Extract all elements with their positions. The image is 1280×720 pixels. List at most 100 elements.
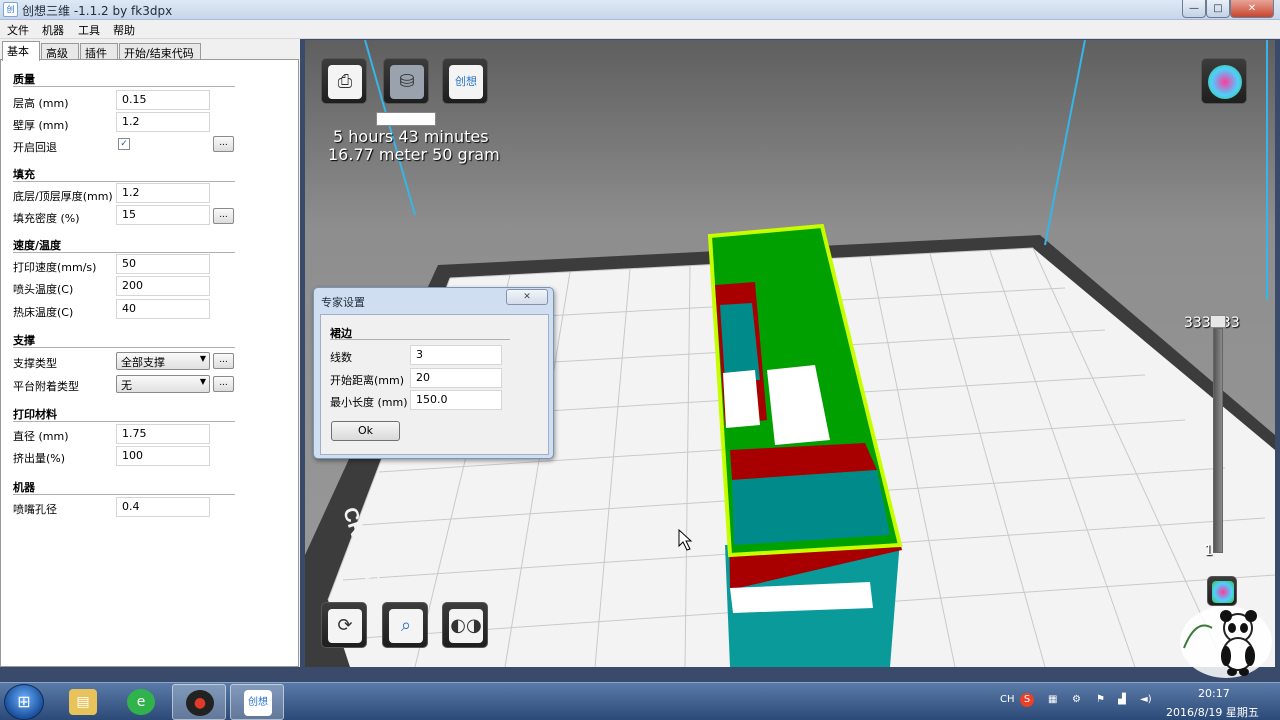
dialog-title: 专家设置 (321, 296, 365, 309)
mirror-button[interactable]: ◐◑ (442, 602, 488, 648)
folder-icon: ▤ (69, 689, 97, 715)
start-distance-input[interactable]: 20 (410, 368, 502, 388)
model-cavity-floor (732, 470, 890, 545)
dropdown-arrow-icon: ▼ (199, 354, 206, 363)
rotate-icon: ⟳ (328, 609, 362, 643)
layer-slider-handle[interactable] (1210, 315, 1226, 328)
divider (13, 494, 235, 495)
tab-start-end-gcode[interactable]: 开始/结束代码 (119, 43, 201, 60)
print-speed-label: 打印速度(mm/s) (13, 261, 97, 274)
input-language[interactable]: CH (1000, 694, 1015, 705)
expert-settings-dialog: 专家设置 ✕ 裙边 线数 3 开始距离(mm) 20 最小长度 (mm) 150… (313, 287, 554, 459)
divider (13, 347, 235, 348)
nozzle-size-input[interactable]: 0.4 (116, 497, 210, 517)
frame-line (1044, 40, 1086, 246)
layer-height-input[interactable]: 0.15 (116, 90, 210, 110)
adhesion-type-select[interactable]: 无 ▼ (116, 375, 210, 393)
flow-label: 挤出量(%) (13, 452, 66, 465)
tray-ime-menu-icon[interactable]: ▦ (1048, 694, 1057, 705)
fill-more-button[interactable]: ... (213, 208, 234, 224)
fill-density-input[interactable]: 15 (116, 205, 210, 225)
save-gcode-button[interactable]: ⛁ (383, 58, 429, 104)
menu-file[interactable]: 文件 (7, 22, 29, 38)
tray-flag-icon[interactable]: ⚑ (1096, 694, 1105, 705)
fill-density-label: 填充密度 (%) (13, 212, 80, 225)
creality-app-icon: 创想 (244, 690, 272, 716)
print-speed-input[interactable]: 50 (116, 254, 210, 274)
bottom-top-thickness-input[interactable]: 1.2 (116, 183, 210, 203)
divider (13, 86, 235, 87)
layer-max-left: 333 (1184, 315, 1211, 331)
menu-tools[interactable]: 工具 (78, 22, 100, 38)
section-fill: 填充 (13, 168, 35, 181)
retraction-more-button[interactable]: ... (213, 136, 234, 152)
divider (13, 252, 235, 253)
menu-help[interactable]: 帮助 (113, 22, 135, 38)
close-button[interactable]: ✕ (1230, 0, 1274, 18)
support-type-select[interactable]: 全部支撑 ▼ (116, 352, 210, 370)
browser-icon: e (127, 689, 155, 715)
layer-height-label: 层高 (mm) (13, 97, 69, 110)
bed-temp-label: 热床温度(C) (13, 306, 74, 319)
retraction-checkbox[interactable]: ✓ (118, 138, 130, 150)
creality-brand-button[interactable]: 创想 (442, 58, 488, 104)
min-length-label: 最小长度 (mm) (330, 396, 408, 409)
diameter-input[interactable]: 1.75 (116, 424, 210, 444)
taskbar-creality-slicer[interactable]: 创想 (230, 684, 284, 720)
progress-slot (376, 112, 436, 126)
tab-plugins[interactable]: 插件 (80, 43, 118, 60)
dropdown-arrow-icon: ▼ (199, 377, 206, 386)
taskbar-recorder[interactable]: ● (172, 684, 226, 720)
view-mode-button[interactable] (1201, 58, 1247, 104)
tray-network-icon[interactable]: ▟ (1118, 694, 1126, 705)
settings-panel: 基本 高级 插件 开始/结束代码 质量 层高 (mm) 0.15 壁厚 (mm)… (0, 39, 300, 667)
shell-thickness-label: 壁厚 (mm) (13, 119, 69, 132)
divider (13, 181, 235, 182)
nozzle-size-label: 喷嘴孔径 (13, 503, 57, 516)
line-count-input[interactable]: 3 (410, 345, 502, 365)
minimize-button[interactable]: — (1182, 0, 1206, 18)
load-model-button[interactable]: ⎙ (321, 58, 367, 104)
rotate-button[interactable]: ⟳ (321, 602, 367, 648)
mirror-icon: ◐◑ (449, 609, 483, 643)
settings-tabs: 基本 高级 插件 开始/结束代码 (2, 41, 298, 61)
layer-slider[interactable] (1213, 328, 1223, 553)
scale-button[interactable]: ⌕ (382, 602, 428, 648)
section-machine: 机器 (13, 481, 35, 494)
dialog-body: 裙边 线数 3 开始距离(mm) 20 最小长度 (mm) 150.0 Ok (320, 314, 549, 455)
line-count-label: 线数 (330, 351, 352, 364)
ime-icon[interactable]: S (1020, 693, 1034, 707)
menu-bar: 文件 机器 工具 帮助 (0, 20, 1280, 39)
section-filament: 打印材料 (13, 408, 57, 421)
taskbar-browser[interactable]: e (114, 684, 168, 720)
save-gcode-icon: ⛁ (390, 65, 424, 99)
nozzle-temp-input[interactable]: 200 (116, 276, 210, 296)
load-model-icon: ⎙ (328, 65, 362, 99)
tray-volume-icon[interactable]: ◄) (1140, 694, 1152, 705)
start-button[interactable]: ⊞ (4, 684, 44, 720)
min-length-input[interactable]: 150.0 (410, 390, 502, 410)
adhesion-more-button[interactable]: ... (213, 376, 234, 392)
bed-temp-input[interactable]: 40 (116, 299, 210, 319)
tray-settings-icon[interactable]: ⚙ (1072, 694, 1081, 705)
tab-basic[interactable]: 基本 (2, 41, 40, 61)
taskbar-explorer[interactable]: ▤ (56, 684, 110, 720)
tab-advanced[interactable]: 高级 (41, 43, 79, 60)
section-quality: 质量 (13, 73, 35, 86)
app-icon: 创 (3, 2, 18, 17)
ok-button[interactable]: Ok (331, 421, 400, 441)
clock-time[interactable]: 20:17 (1198, 687, 1230, 700)
section-speed-temp: 速度/温度 (13, 239, 62, 252)
divider (13, 421, 235, 422)
dialog-close-button[interactable]: ✕ (506, 289, 548, 305)
section-support: 支撑 (13, 334, 35, 347)
layer-min: 1 (1204, 543, 1213, 559)
clock-date[interactable]: 2016/8/19 星期五 (1166, 704, 1259, 720)
maximize-button[interactable]: □ (1206, 0, 1230, 18)
shell-thickness-input[interactable]: 1.2 (116, 112, 210, 132)
support-more-button[interactable]: ... (213, 353, 234, 369)
menu-machine[interactable]: 机器 (42, 22, 64, 38)
flow-input[interactable]: 100 (116, 446, 210, 466)
start-distance-label: 开始距离(mm) (330, 374, 405, 387)
model-opening (723, 370, 760, 428)
